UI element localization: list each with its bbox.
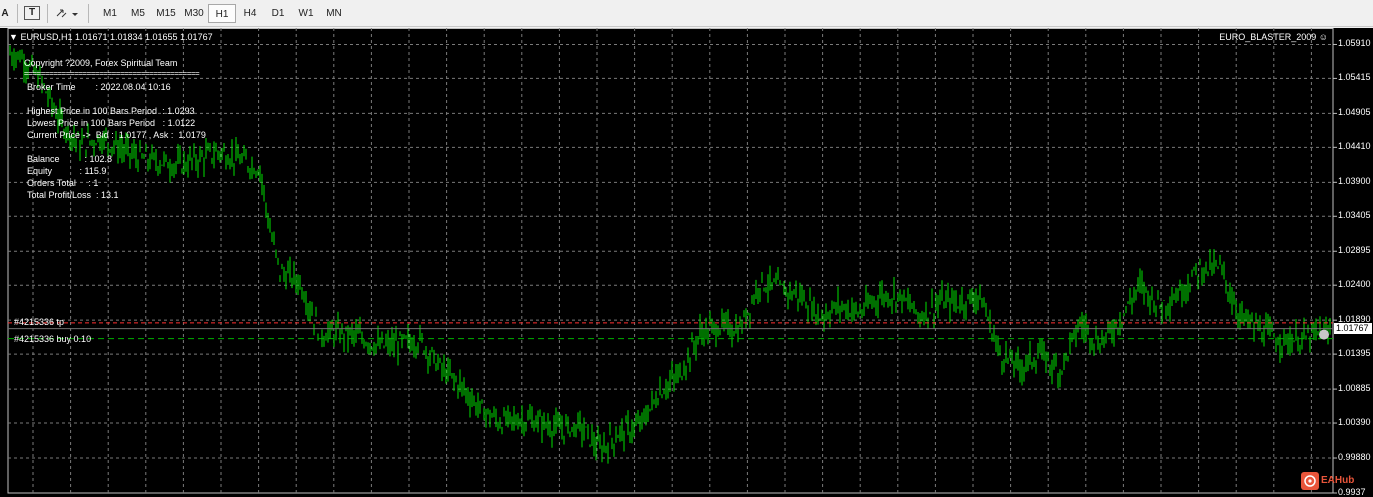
expert-advisor-label: EURO_BLASTER_2009 (1219, 32, 1317, 42)
info-orders-total: Orders Total : 1 (27, 178, 99, 188)
price-axis-label: 1.05910 (1338, 38, 1371, 49)
price-axis-label: 1.01395 (1338, 348, 1371, 359)
order-buy-label[interactable]: #4215336 buy 0.10 (14, 334, 91, 344)
price-axis-label: 0.9937 (1338, 487, 1366, 497)
info-total-profit-loss: Total Profit/Loss : 13.1 (27, 190, 119, 200)
price-axis-label: 1.00885 (1338, 383, 1371, 394)
toolbar-separator (88, 4, 89, 23)
current-price-box: 1.01767 (1334, 322, 1372, 334)
timeframe-button-m1[interactable]: M1 (96, 4, 124, 23)
arrows-dropdown-icon (56, 9, 78, 18)
price-axis-label: 0.99880 (1338, 452, 1371, 463)
collapse-triangle-icon[interactable]: ▼ (9, 32, 18, 42)
eahub-watermark-text: EAHub (1321, 475, 1355, 486)
timeframe-button-w1[interactable]: W1 (292, 4, 320, 23)
info-lowest-price: Lowest Price in 100 Bars Period : 1.0122 (27, 118, 196, 128)
price-axis-label: 1.00390 (1338, 417, 1371, 428)
eahub-logo-icon (1301, 472, 1319, 490)
trade-marker-icon (1319, 329, 1329, 340)
info-equity: Equity : 115.9 (27, 166, 107, 176)
text-label-tool-button[interactable]: T (24, 6, 40, 20)
price-axis-label: 1.04905 (1338, 107, 1371, 118)
symbol-ohlc-header: EURUSD,H1 1.01671 1.01834 1.01655 1.0176… (20, 32, 213, 42)
price-series (9, 45, 1331, 464)
timeframe-button-m15[interactable]: M15 (152, 4, 180, 23)
toolbar-separator (17, 4, 18, 23)
timeframe-button-mn[interactable]: MN (320, 4, 348, 23)
arrows-tool-button[interactable] (52, 4, 80, 23)
info-highest-price: Highest Price in 100 Bars Period : 1.029… (27, 106, 195, 116)
price-axis-label: 1.05415 (1338, 72, 1371, 83)
timeframe-button-h4[interactable]: H4 (236, 4, 264, 23)
smiley-icon: ☺ (1318, 32, 1328, 42)
eahub-watermark: EAHub (1301, 472, 1354, 492)
timeframe-button-m30[interactable]: M30 (180, 4, 208, 23)
timeframe-button-d1[interactable]: D1 (264, 4, 292, 23)
info-copyright: Copyright ?2009, Forex Spiritual Team (24, 58, 178, 68)
info-balance: Balance : 102.8 (27, 154, 113, 164)
price-axis-label: 1.02400 (1338, 279, 1371, 290)
order-tp-label[interactable]: #4215336 tp (14, 317, 64, 327)
price-axis-label: 1.03900 (1338, 176, 1371, 187)
chart-canvas[interactable] (0, 28, 1373, 497)
info-separator: ========================================… (24, 69, 200, 78)
toolbar-separator (47, 4, 48, 23)
timeframe-button-m5[interactable]: M5 (124, 4, 152, 23)
info-current-price: Current Price -> Bid : 1.0177 , Ask : 1.… (27, 130, 206, 140)
price-chart[interactable]: ▼ EURUSD,H1 1.01671 1.01834 1.01655 1.01… (0, 28, 1373, 497)
chart-header: ▼ EURUSD,H1 1.01671 1.01834 1.01655 1.01… (9, 32, 213, 42)
info-broker-time: Broker Time : 2022.08.04 10:16 (27, 82, 171, 92)
chart-toolbar: A T M1 M5 M15 M30 H1 H4 D1 W1 MN (0, 0, 1373, 27)
text-tool-button[interactable]: A (0, 4, 10, 23)
price-axis-label: 1.03405 (1338, 210, 1371, 221)
expert-advisor-name[interactable]: EURO_BLASTER_2009 ☺ (1219, 32, 1328, 42)
price-axis-label: 1.02895 (1338, 245, 1371, 256)
timeframe-button-h1[interactable]: H1 (208, 4, 236, 23)
price-axis-label: 1.04410 (1338, 141, 1371, 152)
